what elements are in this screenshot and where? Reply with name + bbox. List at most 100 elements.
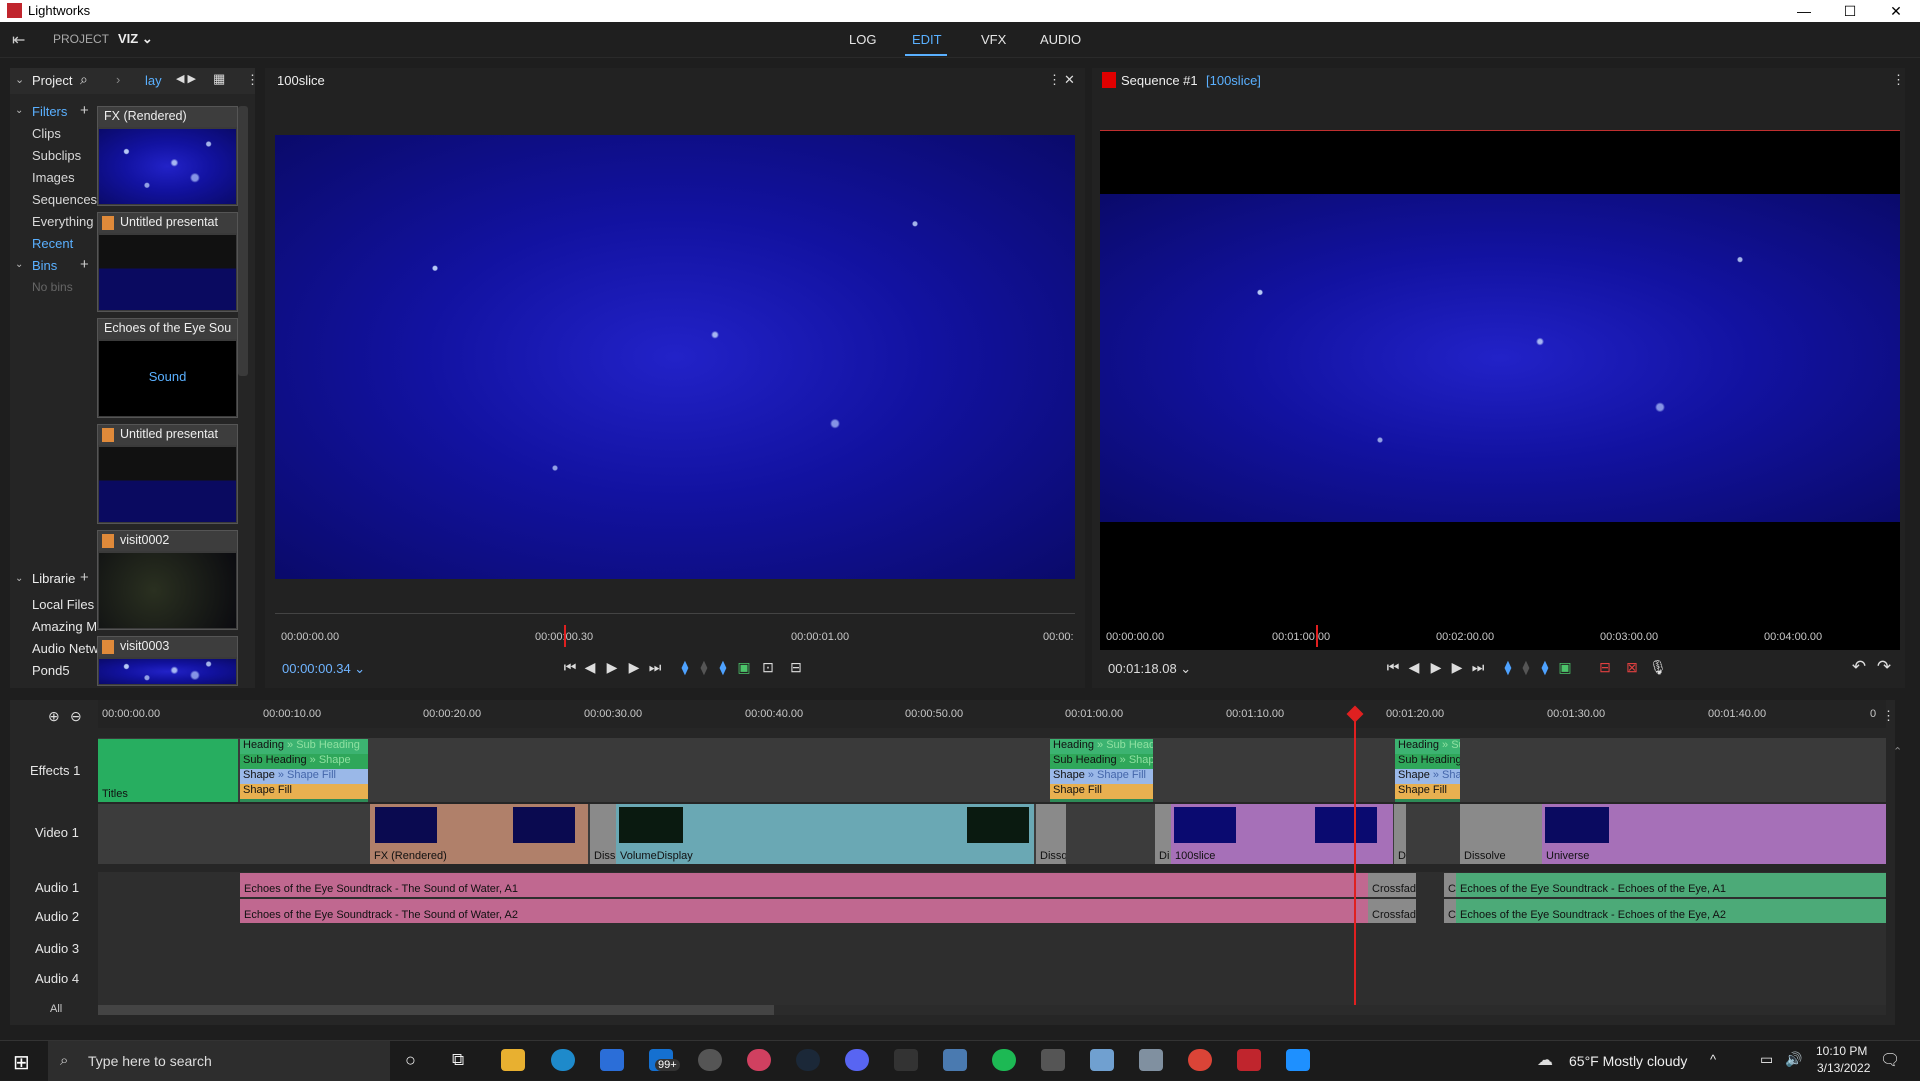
project-name-dropdown[interactable]: VIZ ⌄ [118,31,153,47]
view-name[interactable]: lay [145,73,162,88]
bins-chevron-icon[interactable]: ⌄ [15,259,23,270]
go-to-start-icon[interactable]: ⏮ [561,659,579,676]
add-cue-icon[interactable]: ▣ [735,659,753,676]
audio-clip-b2[interactable]: Echoes of the Eye Soundtrack - Echoes of… [1456,899,1886,923]
audio-clip-a1[interactable]: Echoes of the Eye Soundtrack - The Sound… [240,873,1368,897]
title-fx-clip[interactable]: Heading » Sub Heading Sub Heading » Shap… [1395,739,1460,802]
viewer-menu-icon[interactable]: ⋮ [1892,72,1905,88]
window-app-icon[interactable] [943,1049,967,1071]
file-explorer-icon[interactable] [501,1049,525,1071]
volume-icon[interactable]: 🔊 [1785,1051,1802,1068]
prev-icon[interactable]: ◀ ▶ [176,72,196,85]
app2-icon[interactable] [1139,1049,1163,1071]
crossfade-transition[interactable]: Crossfad [1368,899,1416,923]
timeline-scroll-thumb[interactable] [98,1005,774,1015]
store-icon[interactable] [600,1049,624,1071]
bin-item[interactable]: FX (Rendered) [97,106,238,206]
tab-vfx[interactable]: VFX [981,32,1006,47]
network-icon[interactable]: ▭ [1760,1051,1773,1068]
cortana-icon[interactable]: ○ [405,1050,416,1071]
zoom-out-icon[interactable]: ⊖ [70,708,82,725]
source-video-frame[interactable] [275,135,1075,579]
bin-item[interactable]: Untitled presentat [97,424,238,524]
add-library-icon[interactable]: + [80,569,89,586]
settings-icon[interactable] [1041,1049,1065,1071]
mic-icon[interactable]: 🎙 [1649,659,1667,676]
library-amazing[interactable]: Amazing M [32,619,97,634]
audio-clip-b1[interactable]: Echoes of the Eye Soundtrack - Echoes of… [1456,873,1886,897]
crossfade-transition[interactable]: Cr [1444,899,1456,923]
source-timecode[interactable]: 00:00:00.34 ⌄ [282,661,365,677]
filter-subclips[interactable]: Subclips [32,148,81,163]
redo-icon[interactable]: ↷ [1875,657,1893,677]
mark-in-icon[interactable]: ⧫ [676,659,694,676]
record-playhead[interactable] [1316,625,1318,647]
crossfade-transition[interactable]: Cr [1444,873,1456,897]
track-label-audio2[interactable]: Audio 2 [35,909,79,924]
all-tracks-label[interactable]: All [50,1003,62,1015]
bin-item[interactable]: visit0002 [97,530,238,630]
itunes-icon[interactable] [747,1049,771,1071]
notifications-icon[interactable]: 🗨 [1880,1050,1900,1070]
filter-images[interactable]: Images [32,170,75,185]
filters-chevron-icon[interactable]: ⌄ [15,105,23,116]
crossfade-transition[interactable]: Crossfad [1368,873,1416,897]
title-fx-clip[interactable]: Heading » Sub Heading Sub Heading » Shap… [240,739,368,802]
go-to-start-icon[interactable]: ⏮ [1384,659,1402,676]
clock-time[interactable]: 10:10 PM [1816,1044,1867,1058]
close-button[interactable]: ✕ [1873,0,1919,22]
play-icon[interactable]: ▶ [603,659,621,676]
weather-text[interactable]: 65°F Mostly cloudy [1569,1053,1687,1069]
library-pond5[interactable]: Pond5 [32,663,70,678]
library-local-files[interactable]: Local Files [32,597,94,612]
add-filter-icon[interactable]: + [80,102,89,119]
maximize-button[interactable]: ☐ [1827,0,1873,22]
record-timecode[interactable]: 00:01:18.08 ⌄ [1108,661,1191,677]
exit-icon[interactable]: ⇤ [12,30,25,50]
dissolve-transition[interactable]: Di [1155,804,1171,864]
dissolve-transition[interactable]: Dissolve [1460,804,1542,864]
steam-icon[interactable] [796,1049,820,1071]
viewer-menu-icon[interactable]: ⋮ [1048,72,1061,88]
filters-label[interactable]: Filters [32,104,67,119]
tray-chevron-icon[interactable]: ^ [1710,1052,1716,1067]
bins-label[interactable]: Bins [32,258,57,273]
play-icon[interactable]: ▶ [1427,659,1445,676]
remove-icon[interactable]: ⊟ [1596,659,1614,676]
scroll-up-icon[interactable]: ⌃ [1893,745,1902,758]
notepad-icon[interactable] [1090,1049,1114,1071]
tab-audio[interactable]: AUDIO [1040,32,1081,47]
audio-clip-a2[interactable]: Echoes of the Eye Soundtrack - The Sound… [240,899,1368,923]
panel-scrollbar[interactable] [238,106,248,376]
viewer-close-icon[interactable]: ✕ [1064,72,1075,88]
clock-date[interactable]: 3/13/2022 [1817,1061,1870,1075]
record-video-frame[interactable] [1100,194,1900,522]
add-bin-icon[interactable]: + [80,256,89,273]
track-label-audio1[interactable]: Audio 1 [35,880,79,895]
tab-edit[interactable]: EDIT [912,32,942,47]
discord-icon[interactable] [845,1049,869,1071]
titles-clip[interactable]: Titles [98,739,238,802]
start-icon[interactable]: ⊞ [13,1050,30,1075]
edge-icon[interactable] [551,1049,575,1071]
zoom-in-icon[interactable]: ⊕ [48,708,60,725]
title-fx-clip[interactable]: Heading » Sub Heading Sub Heading » Shap… [1050,739,1153,802]
library-audio-network[interactable]: Audio Netw [32,641,98,656]
clear-marks-icon[interactable]: ⧫ [695,659,713,676]
bin-item[interactable]: Echoes of the Eye Sou Sound [97,318,238,418]
clear-marks-icon[interactable]: ⧫ [1517,659,1535,676]
track-label-audio4[interactable]: Audio 4 [35,971,79,986]
replace-icon[interactable]: ⊟ [787,659,805,676]
track-label-effects1[interactable]: Effects 1 [30,763,80,778]
taskbar-search[interactable]: ⌕ Type here to search [48,1041,390,1081]
libraries-label[interactable]: Librarie [32,571,75,586]
track-label-video1[interactable]: Video 1 [35,825,79,840]
mark-out-icon[interactable]: ⧫ [1536,659,1554,676]
go-to-end-icon[interactable]: ⏭ [646,659,664,676]
spotify-icon[interactable] [992,1049,1016,1071]
track-label-audio3[interactable]: Audio 3 [35,941,79,956]
dissolve-transition[interactable]: D [1394,804,1406,864]
filter-everything[interactable]: Everything [32,214,93,229]
task-view-icon[interactable]: ⧉ [452,1050,464,1070]
filter-clips[interactable]: Clips [32,126,61,141]
